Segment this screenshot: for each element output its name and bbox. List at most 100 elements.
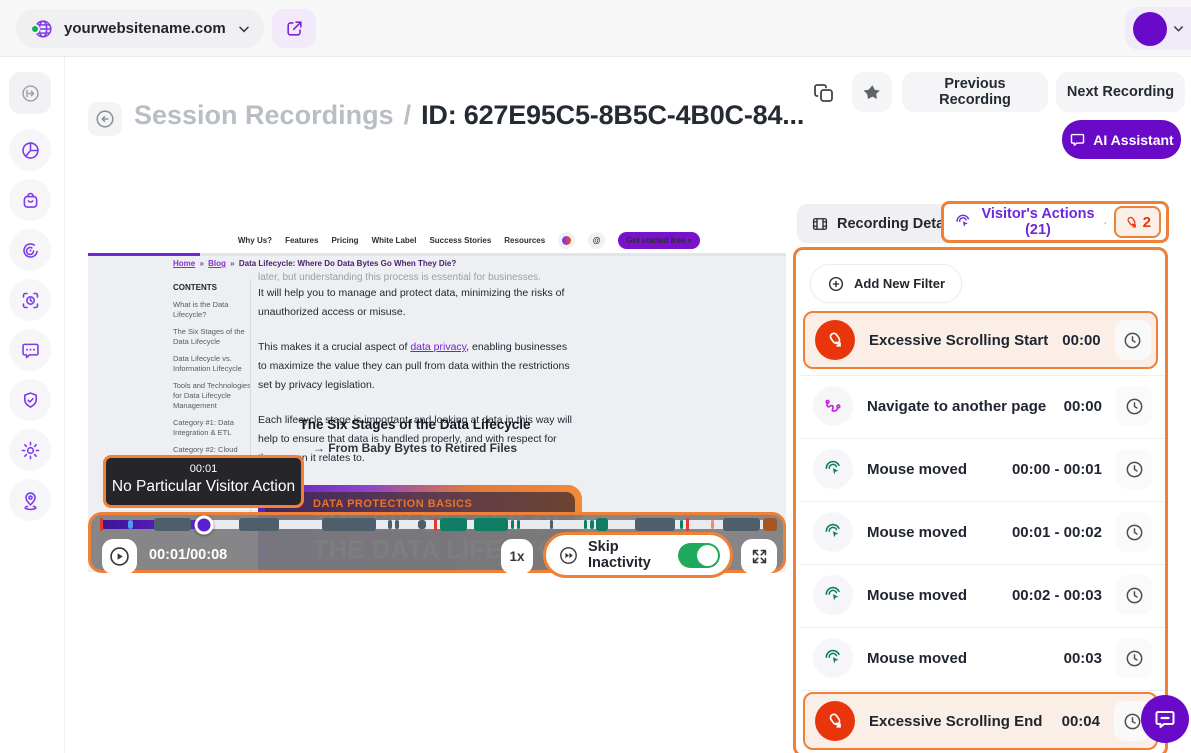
timeline-event-segment xyxy=(474,518,508,531)
clock-icon xyxy=(1124,522,1145,543)
clock-icon xyxy=(1122,330,1143,351)
action-time: 00:00 xyxy=(1064,398,1102,415)
next-recording-button[interactable]: Next Recording xyxy=(1056,72,1185,112)
recorded-at-icon: @ xyxy=(588,232,605,249)
sidebar-item-tracking[interactable] xyxy=(9,479,51,521)
row-divider xyxy=(799,627,1165,628)
breadcrumb-section: Session Recordings xyxy=(134,100,394,131)
sidebar-item-feedback[interactable] xyxy=(9,329,51,371)
skip-inactivity-control[interactable]: Skip Inactivity xyxy=(543,532,733,578)
action-label: Mouse moved xyxy=(867,650,1050,667)
navigate-route-icon xyxy=(813,386,853,426)
sidebar-item-security[interactable] xyxy=(9,379,51,421)
sidebar-item-settings[interactable] xyxy=(9,429,51,471)
recorded-cta-button: Get started free » xyxy=(618,232,700,249)
jump-to-time-button[interactable] xyxy=(1116,575,1152,615)
timeline-playhead[interactable] xyxy=(195,515,214,534)
recorded-breadcrumb-sep: » xyxy=(199,259,203,268)
article-subheading: → From Baby Bytes to Retired Files xyxy=(258,441,572,455)
action-row-mouse-moved[interactable]: Mouse moved 00:02 - 00:03 xyxy=(803,566,1158,624)
account-menu[interactable] xyxy=(1125,7,1191,50)
recorded-breadcrumb-home: Home xyxy=(173,259,195,268)
star-icon xyxy=(863,83,882,102)
action-row-excessive-scrolling-end[interactable]: Excessive Scrolling End 00:04 xyxy=(803,692,1158,750)
playback-speed-button[interactable]: 1x xyxy=(501,539,533,574)
sidebar-collapse-button[interactable] xyxy=(9,72,51,114)
timeline-event-segment xyxy=(128,520,133,529)
website-globe-icon xyxy=(32,18,54,40)
article-heading: The Six Stages of the Data Lifecycle xyxy=(258,417,572,432)
ai-assistant-button[interactable]: AI Assistant xyxy=(1062,120,1181,159)
add-new-filter-button[interactable]: Add New Filter xyxy=(810,264,962,303)
row-divider xyxy=(799,438,1165,439)
timeline-event-segment xyxy=(434,518,437,531)
skip-inactivity-toggle[interactable] xyxy=(678,543,720,568)
tab-visitors-actions-label: Visitor's Actions (21) xyxy=(979,206,1097,238)
row-divider xyxy=(799,690,1165,691)
timeline-event-segment xyxy=(550,520,553,529)
jump-to-time-button[interactable] xyxy=(1115,320,1151,360)
jump-to-time-button[interactable] xyxy=(1116,386,1152,426)
timeline-track[interactable] xyxy=(100,520,777,529)
action-label: Excessive Scrolling End xyxy=(869,713,1048,730)
action-row-mouse-moved[interactable]: Mouse moved 00:03 xyxy=(803,629,1158,687)
favorite-button[interactable] xyxy=(852,72,892,112)
timeline-event-segment xyxy=(418,520,426,529)
contents-item: Category #1: Data Integration & ETL xyxy=(173,418,251,438)
gear-icon xyxy=(20,440,41,461)
chat-bubble-icon xyxy=(20,340,41,361)
collapse-panel-icon xyxy=(20,83,41,104)
open-website-button[interactable] xyxy=(272,9,316,48)
contents-item: Data Lifecycle vs. Information Lifecycle xyxy=(173,354,251,374)
clock-icon xyxy=(1124,459,1145,480)
sidebar xyxy=(0,57,65,753)
timeline-event-segment xyxy=(395,520,399,529)
row-divider xyxy=(799,501,1165,502)
action-row-excessive-scrolling-start[interactable]: Excessive Scrolling Start 00:00 xyxy=(803,311,1158,369)
previous-recording-button[interactable]: Previous Recording xyxy=(902,72,1048,112)
action-row-mouse-moved[interactable]: Mouse moved 00:01 - 00:02 xyxy=(803,503,1158,561)
tab-visitors-actions[interactable]: Visitor's Actions (21) xyxy=(954,206,1097,238)
contents-heading: CONTENTS xyxy=(173,283,251,292)
action-time: 00:04 xyxy=(1062,713,1100,730)
jump-to-time-button[interactable] xyxy=(1116,638,1152,678)
action-time: 00:01 - 00:02 xyxy=(1012,524,1102,541)
timeline-event-segment xyxy=(511,520,514,529)
jump-to-time-button[interactable] xyxy=(1116,512,1152,552)
back-button[interactable] xyxy=(88,102,122,136)
chevron-down-icon xyxy=(236,21,252,37)
play-button[interactable] xyxy=(102,539,137,574)
action-row-mouse-moved[interactable]: Mouse moved 00:00 - 00:01 xyxy=(803,440,1158,498)
jump-to-time-button[interactable] xyxy=(1116,449,1152,489)
sidebar-item-conversions[interactable] xyxy=(9,179,51,221)
timeline-tooltip: 00:01 No Particular Visitor Action xyxy=(103,455,304,508)
add-new-filter-label: Add New Filter xyxy=(854,276,945,291)
article-paragraph: This makes it a crucial aspect of data p… xyxy=(258,338,572,395)
clock-icon xyxy=(1122,711,1143,732)
timeline-event-segment xyxy=(154,518,191,531)
clock-icon xyxy=(1124,648,1145,669)
recorded-nav-link: Pricing xyxy=(331,236,358,245)
excessive-scrolling-badge[interactable]: 2 xyxy=(1114,206,1161,238)
row-divider xyxy=(799,375,1165,376)
support-chat-button[interactable] xyxy=(1141,695,1189,743)
recorded-nav-link: Resources xyxy=(504,236,545,245)
shopping-bag-icon xyxy=(20,190,41,211)
mouse-moved-icon xyxy=(813,512,853,552)
website-selector[interactable]: yourwebsitename.com xyxy=(16,9,264,48)
sidebar-item-heatmaps[interactable] xyxy=(9,229,51,271)
sidebar-item-dashboard[interactable] xyxy=(9,129,51,171)
action-row-navigate[interactable]: Navigate to another page 00:00 xyxy=(803,377,1158,435)
spiral-icon xyxy=(20,240,41,261)
recorded-breadcrumb: Home » Blog » Data Lifecycle: Where Do D… xyxy=(173,259,456,268)
copy-id-button[interactable] xyxy=(812,80,838,106)
sidebar-item-session-recordings[interactable] xyxy=(9,279,51,321)
recorded-nav-link: Success Stories xyxy=(429,236,491,245)
recorded-nav-link: Features xyxy=(285,236,318,245)
fullscreen-button[interactable] xyxy=(741,539,777,574)
recorded-breadcrumb-sep: » xyxy=(230,259,234,268)
timeline-event-segment xyxy=(100,518,103,531)
action-time: 00:00 - 00:01 xyxy=(1012,461,1102,478)
play-icon xyxy=(108,545,131,568)
app-root: yourwebsitename.com xyxy=(0,0,1191,753)
